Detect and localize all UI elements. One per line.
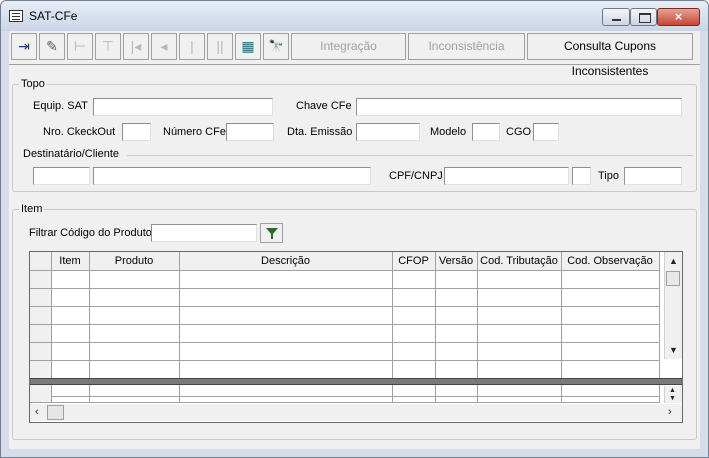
footer-row[interactable] — [30, 385, 660, 403]
branch-button[interactable]: ⊢ — [67, 33, 93, 60]
table-row[interactable] — [30, 270, 660, 289]
col-item[interactable]: Item — [51, 252, 90, 271]
table-row[interactable] — [30, 288, 660, 307]
prev-record-icon: ◂ — [160, 38, 168, 54]
filtrar-label: Filtrar Código do Produto — [29, 227, 152, 239]
table-row[interactable] — [30, 324, 660, 343]
grid-splitter[interactable] — [30, 378, 682, 385]
equip-sat-field[interactable] — [93, 98, 273, 116]
horizontal-scrollbar[interactable]: ‹ › — [30, 404, 682, 421]
branch-icon: ⊢ — [73, 38, 87, 54]
consulta-cupons-button[interactable]: Consulta Cupons Inconsistentes — [527, 33, 693, 78]
numero-cfe-field[interactable] — [226, 123, 274, 141]
item-legend: Item — [21, 203, 43, 215]
pause-icon: || — [216, 38, 224, 54]
sat-cfe-window: SAT-CFe × ⇥ ✎ ⊢ ⊤ |◂ ◂ | || ▦ 🔭 Integraç… — [0, 0, 709, 458]
col-cfop[interactable]: CFOP — [392, 252, 436, 271]
close-button[interactable]: × — [657, 8, 700, 26]
cpf-cnpj-field[interactable] — [444, 167, 569, 185]
table-row[interactable] — [30, 360, 660, 379]
search-button[interactable]: 🔭 — [263, 33, 289, 60]
window-icon — [9, 10, 23, 22]
chave-cfe-label: Chave CFe — [296, 100, 352, 112]
client-area: ⇥ ✎ ⊢ ⊤ |◂ ◂ | || ▦ 🔭 Integração Inconsi… — [9, 31, 700, 449]
next-record-icon: | — [190, 38, 194, 54]
footer-table — [30, 385, 660, 403]
tipo-label: Tipo — [598, 170, 619, 182]
title-bar[interactable]: SAT-CFe × — [1, 1, 708, 31]
scroll-up-icon[interactable]: ▲ — [669, 256, 678, 266]
scroll-left-icon[interactable]: ‹ — [35, 407, 39, 418]
col-produto[interactable]: Produto — [89, 252, 180, 271]
dta-emissao-label: Dta. Emissão — [287, 126, 353, 138]
spreadsheet-button[interactable]: ▦ — [235, 33, 261, 60]
equip-sat-label: Equip. SAT — [33, 100, 88, 112]
col-descricao[interactable]: Descrição — [179, 252, 393, 271]
footer-spinner[interactable]: ▲ ▼ — [664, 386, 682, 403]
destinatario-label: Destinatário/Cliente — [23, 148, 119, 160]
table-row[interactable] — [30, 342, 660, 361]
modelo-field[interactable] — [472, 123, 500, 141]
table-header-row: Item Produto Descrição CFOP Versão Cod. … — [30, 252, 660, 271]
destinatario-code-field[interactable] — [33, 167, 90, 185]
topo-legend: Topo — [21, 78, 45, 90]
spin-down-icon[interactable]: ▼ — [669, 394, 676, 404]
cpf-cnpj-type-field[interactable] — [572, 167, 591, 185]
vertical-scrollbar[interactable]: ▲ ▼ — [664, 252, 682, 359]
col-cod-observacao[interactable]: Cod. Observação — [561, 252, 660, 271]
dta-emissao-field[interactable] — [356, 123, 420, 141]
branch-alt-button[interactable]: ⊤ — [95, 33, 121, 60]
item-grid[interactable]: Item Produto Descrição CFOP Versão Cod. … — [29, 251, 683, 423]
eraser-icon: ✎ — [46, 38, 58, 54]
nro-checkout-label: Nro. CkeckOut — [43, 126, 116, 138]
integracao-button[interactable]: Integração — [291, 33, 406, 60]
window-title: SAT-CFe — [29, 9, 78, 23]
inconsistencia-button[interactable]: Inconsistência — [408, 33, 525, 60]
clear-button[interactable]: ✎ — [39, 33, 65, 60]
scroll-right-icon[interactable]: › — [668, 407, 672, 418]
nro-checkout-field[interactable] — [122, 123, 151, 141]
chave-cfe-field[interactable] — [356, 98, 682, 116]
prev-record-button[interactable]: ◂ — [151, 33, 177, 60]
pause-button[interactable]: || — [207, 33, 233, 60]
horizontal-scroll-thumb[interactable] — [47, 405, 64, 420]
destinatario-name-field[interactable] — [93, 167, 371, 185]
row-indicator-header — [30, 252, 52, 271]
next-record-button[interactable]: | — [179, 33, 205, 60]
cpf-cnpj-label: CPF/CNPJ — [389, 170, 443, 182]
toolbar: ⇥ ✎ ⊢ ⊤ |◂ ◂ | || ▦ 🔭 Integração Inconsi… — [9, 31, 700, 78]
modelo-label: Modelo — [430, 126, 467, 138]
cgo-field[interactable] — [533, 123, 559, 141]
vertical-scroll-thumb[interactable] — [666, 271, 680, 286]
filter-button[interactable] — [260, 223, 283, 243]
col-cod-tributacao[interactable]: Cod. Tributação — [477, 252, 562, 271]
exit-button[interactable]: ⇥ — [11, 33, 37, 60]
tipo-field[interactable] — [624, 167, 682, 185]
cgo-label: CGO — [506, 126, 532, 138]
branch-alt-icon: ⊤ — [101, 38, 115, 54]
numero-cfe-label: Número CFe — [163, 126, 226, 138]
spreadsheet-icon: ▦ — [241, 38, 255, 54]
table-row[interactable] — [30, 306, 660, 325]
maximize-button[interactable] — [630, 8, 657, 26]
first-record-button[interactable]: |◂ — [123, 33, 149, 60]
col-versao[interactable]: Versão — [435, 252, 478, 271]
binoculars-icon: 🔭 — [268, 39, 284, 53]
scroll-down-icon[interactable]: ▼ — [669, 345, 678, 355]
minimize-button[interactable] — [602, 8, 630, 26]
filtrar-codigo-field[interactable] — [151, 224, 257, 242]
close-icon: × — [674, 9, 683, 24]
exit-icon: ⇥ — [18, 38, 30, 54]
destinatario-separator — [127, 155, 693, 156]
item-table: Item Produto Descrição CFOP Versão Cod. … — [30, 252, 660, 397]
first-record-icon: |◂ — [130, 38, 142, 54]
